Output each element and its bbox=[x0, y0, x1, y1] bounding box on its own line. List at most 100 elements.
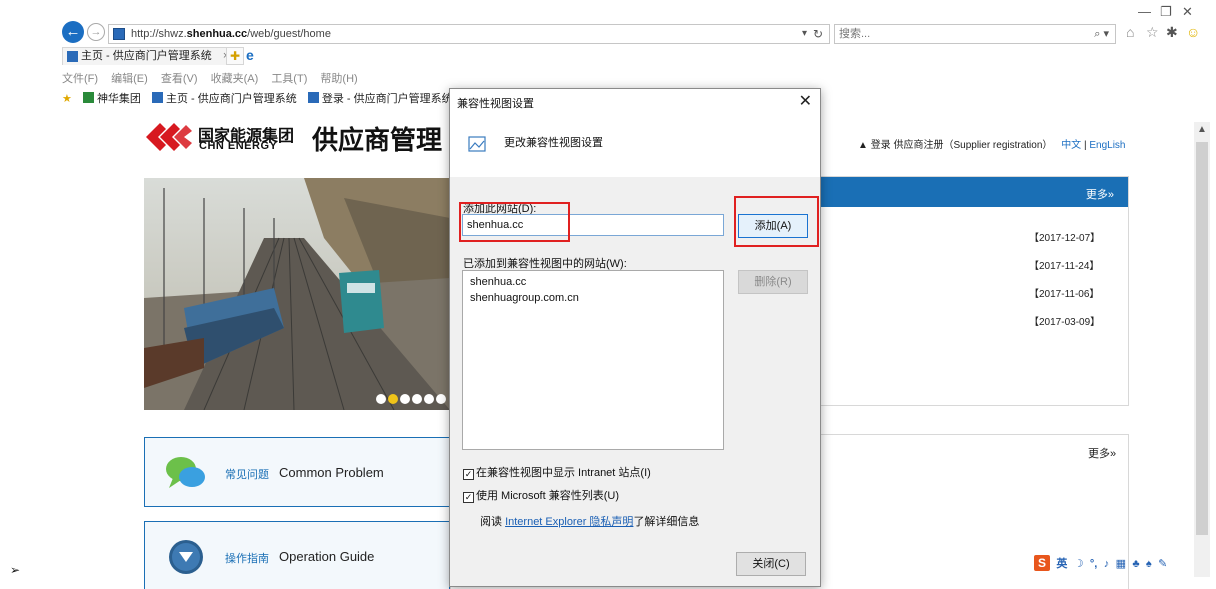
tab-home[interactable]: 主页 - 供应商门户管理系统 × bbox=[62, 47, 237, 65]
tab-bar: 主页 - 供应商门户管理系统 × ✚ e bbox=[62, 47, 1216, 65]
favorites-bar: ★ 神华集团 主页 - 供应商门户管理系统 登录 - 供应商门户管理系统 bbox=[62, 90, 461, 108]
checkbox-checked-icon[interactable]: ✓ bbox=[463, 492, 474, 503]
news-date: 【2017-11-24】 bbox=[1029, 261, 1100, 272]
menu-view[interactable]: 查看(V) bbox=[161, 73, 198, 85]
list-item[interactable]: shenhua.cc bbox=[470, 276, 526, 288]
lang-separator: | bbox=[1083, 140, 1087, 151]
restore-icon[interactable]: ❐ bbox=[1160, 4, 1172, 20]
moon-icon[interactable]: ☽ bbox=[1074, 557, 1084, 570]
new-tab-icon[interactable]: ✚ bbox=[226, 47, 244, 65]
news-more-link[interactable]: 更多» bbox=[1086, 186, 1114, 202]
minimize-icon[interactable]: — bbox=[1138, 4, 1151, 19]
highlight-add-button bbox=[734, 196, 819, 247]
settings-gear-icon[interactable]: ✱ bbox=[1166, 24, 1178, 41]
shenhua-favicon-icon bbox=[82, 92, 94, 103]
browser-chrome: — ❐ ✕ ← → http://shwz.shenhua.cc/web/gue… bbox=[0, 0, 1216, 46]
banner-slider[interactable] bbox=[144, 178, 450, 410]
search-icon[interactable]: ⌕ ▾ bbox=[1094, 27, 1109, 41]
slider-dot[interactable] bbox=[436, 394, 446, 404]
login-link[interactable]: 登录 bbox=[871, 140, 891, 151]
refresh-icon[interactable]: ↻ bbox=[813, 27, 823, 41]
tools-icon[interactable]: ♣ bbox=[1132, 558, 1139, 570]
slider-dot[interactable] bbox=[376, 394, 386, 404]
ms-list-checkbox[interactable]: ✓ 使用 Microsoft 兼容性列表(U) bbox=[463, 487, 619, 503]
close-window-icon[interactable]: ✕ bbox=[1182, 4, 1193, 20]
lang-en-link[interactable]: EngLish bbox=[1089, 140, 1125, 151]
sites-listbox[interactable]: shenhua.cc shenhuagroup.com.cn bbox=[462, 270, 724, 450]
microphone-icon[interactable]: ♪ bbox=[1104, 558, 1110, 570]
page-scrollbar[interactable]: ▲ bbox=[1194, 122, 1210, 577]
punctuation-icon[interactable]: °, bbox=[1090, 558, 1097, 570]
railway-photo bbox=[144, 178, 450, 410]
operation-guide-en: Operation Guide bbox=[279, 549, 375, 564]
keyboard-icon[interactable]: ▦ bbox=[1116, 557, 1126, 570]
scrollbar-thumb[interactable] bbox=[1196, 142, 1208, 535]
menu-edit[interactable]: 编辑(E) bbox=[111, 73, 148, 85]
close-button[interactable]: 关闭(C) bbox=[736, 552, 806, 576]
menu-file[interactable]: 文件(F) bbox=[62, 73, 98, 85]
highlight-add-site-input bbox=[459, 202, 570, 242]
dialog-close-icon[interactable]: ✕ bbox=[799, 91, 812, 111]
news-date: 【2017-12-07】 bbox=[1029, 233, 1101, 244]
favorites-star-icon[interactable]: ☆ bbox=[1146, 24, 1159, 41]
common-problem-cn: 常见问题 bbox=[225, 469, 269, 481]
favorites-star-add-icon[interactable]: ★ bbox=[62, 92, 72, 105]
slider-dot[interactable] bbox=[412, 394, 422, 404]
lang-cn-link[interactable]: 中文 bbox=[1061, 140, 1081, 151]
address-dropdown-icon[interactable]: ▾ bbox=[802, 28, 807, 39]
privacy-prefix: 阅读 bbox=[480, 516, 502, 528]
tab-title: 主页 - 供应商门户管理系统 bbox=[81, 50, 212, 62]
slider-dot[interactable] bbox=[424, 394, 434, 404]
dialog-header: 更改兼容性视图设置 bbox=[450, 113, 820, 177]
skin-icon[interactable]: ♠ bbox=[1146, 558, 1152, 570]
ie-logo-icon: e bbox=[246, 47, 254, 63]
privacy-link[interactable]: Internet Explorer 隐私声明 bbox=[505, 516, 633, 528]
slider-dot[interactable] bbox=[400, 394, 410, 404]
intranet-checkbox[interactable]: ✓ 在兼容性视图中显示 Intranet 站点(I) bbox=[463, 464, 651, 480]
register-link[interactable]: 供应商注册（Supplier registration） bbox=[893, 140, 1052, 151]
portal-favicon-icon bbox=[152, 92, 163, 103]
portal-favicon-icon bbox=[307, 92, 319, 103]
address-bar[interactable]: http://shwz.shenhua.cc/web/guest/home ▾ … bbox=[108, 24, 830, 44]
home-icon[interactable]: ⌂ bbox=[1126, 24, 1134, 40]
chat-bubbles-icon bbox=[166, 457, 205, 488]
search-input[interactable] bbox=[835, 25, 1075, 43]
favorite-item-shenhua[interactable]: 神华集团 bbox=[82, 90, 141, 106]
operation-guide-box[interactable]: 操作指南 Operation Guide bbox=[144, 521, 450, 589]
menu-tools[interactable]: 工具(T) bbox=[271, 73, 307, 85]
remove-button[interactable]: 删除(R) bbox=[738, 270, 808, 294]
sogou-ime-icon[interactable]: S bbox=[1034, 555, 1050, 571]
intranet-checkbox-label: 在兼容性视图中显示 Intranet 站点(I) bbox=[476, 467, 651, 479]
back-button[interactable]: ← bbox=[62, 21, 84, 43]
chn-energy-logo-icon bbox=[146, 123, 192, 151]
tab-favicon-icon bbox=[67, 51, 78, 62]
common-problem-en: Common Problem bbox=[279, 465, 384, 480]
address-url: http://shwz.shenhua.cc/web/guest/home bbox=[131, 28, 331, 40]
feedback-smiley-icon[interactable]: ☺ bbox=[1186, 24, 1200, 40]
site-title: 供应商管理 bbox=[312, 126, 443, 156]
logo-text-en: CHN ENERGY bbox=[199, 140, 278, 152]
scroll-up-icon[interactable]: ▲ bbox=[1197, 124, 1207, 135]
operation-guide-cn: 操作指南 bbox=[225, 553, 269, 565]
bullet-arrow-icon: ➢ bbox=[10, 563, 21, 577]
slider-dot-active[interactable] bbox=[388, 394, 398, 404]
news-date: 【2017-11-06】 bbox=[1029, 289, 1100, 300]
dialog-header-text: 更改兼容性视图设置 bbox=[504, 137, 603, 149]
checkbox-checked-icon[interactable]: ✓ bbox=[463, 469, 474, 480]
sites-list-label: 已添加到兼容性视图中的网站(W): bbox=[463, 258, 627, 270]
wrench-icon[interactable]: ✎ bbox=[1158, 557, 1167, 570]
secondary-more-link[interactable]: 更多» bbox=[1088, 445, 1116, 461]
site-favicon-icon bbox=[113, 28, 125, 40]
menu-favorites[interactable]: 收藏夹(A) bbox=[211, 73, 259, 85]
favorite-item-login[interactable]: 登录 - 供应商门户管理系统 bbox=[307, 90, 453, 106]
menu-help[interactable]: 帮助(H) bbox=[320, 73, 357, 85]
search-box[interactable]: ⌕ ▾ bbox=[834, 24, 1116, 44]
common-problem-box[interactable]: 常见问题 Common Problem bbox=[144, 437, 450, 507]
favorite-item-home[interactable]: 主页 - 供应商门户管理系统 bbox=[152, 90, 297, 106]
privacy-suffix: 了解详细信息 bbox=[633, 516, 700, 528]
ms-list-checkbox-label: 使用 Microsoft 兼容性列表(U) bbox=[476, 490, 619, 502]
download-icon bbox=[169, 540, 203, 574]
ime-mode-label[interactable]: 英 bbox=[1056, 555, 1067, 571]
forward-button[interactable]: → bbox=[87, 23, 105, 41]
list-item[interactable]: shenhuagroup.com.cn bbox=[470, 292, 579, 304]
